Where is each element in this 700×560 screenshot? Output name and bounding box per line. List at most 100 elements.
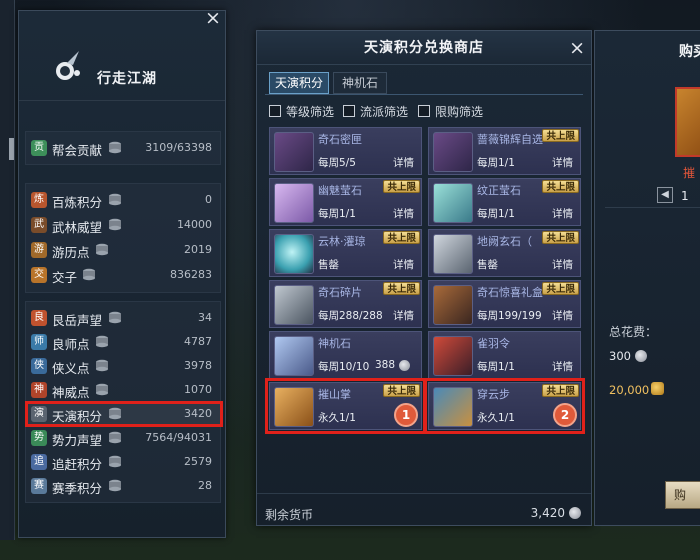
buy-button[interactable]: 购 — [665, 481, 700, 509]
item-limit: 每周5/5 — [318, 157, 356, 169]
item-thumbnail — [433, 234, 473, 274]
qty-value[interactable]: 1 — [681, 189, 689, 203]
currency-row[interactable]: 贡帮会贡献 3109/63398 — [26, 136, 222, 160]
currency-row[interactable]: 神神威点 1070 — [26, 378, 222, 402]
shared-limit-badge: 共上限 — [542, 282, 579, 295]
shop-item-card[interactable]: 穿云步 永久1/1 共上限 2 — [424, 378, 585, 434]
selected-item-image — [675, 87, 700, 157]
currency-row[interactable]: 师良师点 4787 — [26, 330, 222, 354]
filter-level-checkbox[interactable] — [269, 105, 281, 117]
shop-item-card[interactable]: 云林·灌琼 售罄 详情 共上限 — [269, 229, 422, 277]
currency-row[interactable]: 良艮岳声望 34 — [26, 306, 222, 330]
coin-stack-icon — [109, 479, 121, 492]
shop-item-card[interactable]: 奇石碎片 每周288/288 详情 共上限 — [269, 280, 422, 328]
currency-row[interactable]: 游游历点 2019 — [26, 238, 222, 262]
currency-name: 帮会贡献 — [52, 143, 103, 158]
item-limit: 每周1/1 — [477, 208, 515, 220]
item-limit: 永久1/1 — [318, 412, 356, 424]
currency-value: 28 — [198, 479, 212, 492]
coin-stack-icon — [96, 383, 108, 396]
currency-value: 3978 — [184, 359, 212, 372]
coin-stack-icon — [96, 359, 108, 372]
shop-item-card[interactable]: 奇石惊喜礼盒 每周199/199 详情 共上限 — [428, 280, 581, 328]
currency-row[interactable]: 追追赶积分 2579 — [26, 450, 222, 474]
shared-limit-badge: 共上限 — [542, 129, 579, 142]
currency-icon: 演 — [31, 406, 47, 422]
item-limit: 售罄 — [318, 259, 339, 271]
filter-limit-checkbox[interactable] — [418, 105, 430, 117]
shop-item-card[interactable]: 神机石 每周10/10 388 — [269, 331, 422, 379]
shop-close-icon[interactable]: × — [569, 39, 585, 58]
currency-icon: 赛 — [31, 478, 47, 494]
currency-value: 3109/63398 — [145, 141, 212, 154]
currency-row[interactable]: 侠侠义点 3978 — [26, 354, 222, 378]
currency-name: 游历点 — [52, 245, 90, 260]
item-thumbnail — [433, 336, 473, 376]
purchase-divider — [605, 207, 700, 208]
currency-name: 百炼积分 — [52, 195, 103, 210]
coin-stack-icon — [109, 141, 121, 154]
coin-stack-icon — [96, 335, 108, 348]
shop-item-card[interactable]: 蔷薇锦辉自选 每周1/1 详情 共上限 — [428, 127, 581, 175]
coin-stack-icon — [109, 431, 121, 444]
tab-shenji-stone[interactable]: 神机石 — [333, 72, 387, 94]
item-name: 雀羽令 — [477, 337, 510, 350]
currency-value: 0 — [205, 193, 212, 206]
shop-item-card[interactable]: 纹正莹石 每周1/1 详情 共上限 — [428, 178, 581, 226]
filter-school-checkbox[interactable] — [343, 105, 355, 117]
item-thumbnail — [274, 336, 314, 376]
item-detail-link[interactable]: 详情 — [552, 155, 573, 170]
edge-handle[interactable] — [9, 138, 14, 160]
item-detail-link[interactable]: 详情 — [552, 308, 573, 323]
shop-item-card[interactable]: 雀羽令 每周1/1 详情 — [428, 331, 581, 379]
item-thumbnail — [433, 183, 473, 223]
coin-stack-icon — [109, 455, 121, 468]
tab-tianyan-points[interactable]: 天演积分 — [269, 72, 329, 94]
item-thumbnail — [274, 234, 314, 274]
item-thumbnail — [274, 183, 314, 223]
shared-limit-badge: 共上限 — [542, 231, 579, 244]
item-detail-link[interactable]: 详情 — [393, 257, 414, 272]
shop-item-card[interactable]: 奇石密匣 每周5/5 详情 — [269, 127, 422, 175]
currency-row[interactable]: 交交子 836283 — [26, 263, 222, 287]
currency-icon: 游 — [31, 242, 47, 258]
footer-divider — [257, 493, 591, 494]
currency-value: 836283 — [170, 268, 212, 281]
item-limit: 售罄 — [477, 259, 498, 271]
filter-limit-label: 限购筛选 — [435, 105, 484, 119]
currency-name: 侠义点 — [52, 361, 90, 376]
currency-row[interactable]: 赛赛季积分 28 — [26, 474, 222, 498]
shop-item-card[interactable]: 摧山掌 永久1/1 共上限 1 — [265, 378, 426, 434]
shared-limit-badge: 共上限 — [542, 180, 579, 193]
item-detail-link[interactable]: 详情 — [552, 359, 573, 374]
currency-row[interactable]: 势势力声望 7564/94031 — [26, 426, 222, 450]
item-limit: 每周1/1 — [477, 157, 515, 169]
currency-panel-header: 行走江湖 — [19, 11, 225, 101]
currency-row[interactable]: 武武林威望 14000 — [26, 213, 222, 237]
shared-limit-badge: 共上限 — [383, 282, 420, 295]
item-detail-link[interactable]: 详情 — [552, 257, 573, 272]
coin-stack-icon — [109, 311, 121, 324]
item-detail-link[interactable]: 详情 — [393, 308, 414, 323]
currency-name: 势力声望 — [52, 433, 103, 448]
shop-item-card[interactable]: 幽魅莹石 每周1/1 详情 共上限 — [269, 178, 422, 226]
item-detail-link[interactable]: 详情 — [393, 155, 414, 170]
currency-row[interactable]: 演天演积分 3420 — [25, 401, 223, 427]
currency-row[interactable]: 炼百炼积分 0 — [26, 188, 222, 212]
currency-group: 炼百炼积分 0 武武林威望 14000 游游历点 2019 交交子 836283 — [25, 183, 221, 293]
item-detail-link[interactable]: 详情 — [552, 206, 573, 221]
item-price: 388 — [374, 359, 395, 371]
money-value: 20,000 — [609, 383, 650, 397]
currency-icon: 追 — [31, 454, 47, 470]
shop-item-card[interactable]: 地阙玄石（ 售罄 详情 共上限 — [428, 229, 581, 277]
remaining-currency-label: 剩余货币 — [265, 508, 314, 522]
tab-underline — [265, 94, 583, 95]
item-detail-link[interactable]: 详情 — [393, 206, 414, 221]
coin-stack-icon — [83, 268, 95, 281]
currency-name: 追赶积分 — [52, 457, 103, 472]
gold-coin-icon — [651, 382, 664, 395]
item-thumbnail — [274, 387, 314, 427]
coin-stack-icon — [109, 407, 121, 420]
qty-decrease-button[interactable]: ◀ — [657, 187, 673, 203]
currency-value: 3420 — [184, 407, 212, 420]
